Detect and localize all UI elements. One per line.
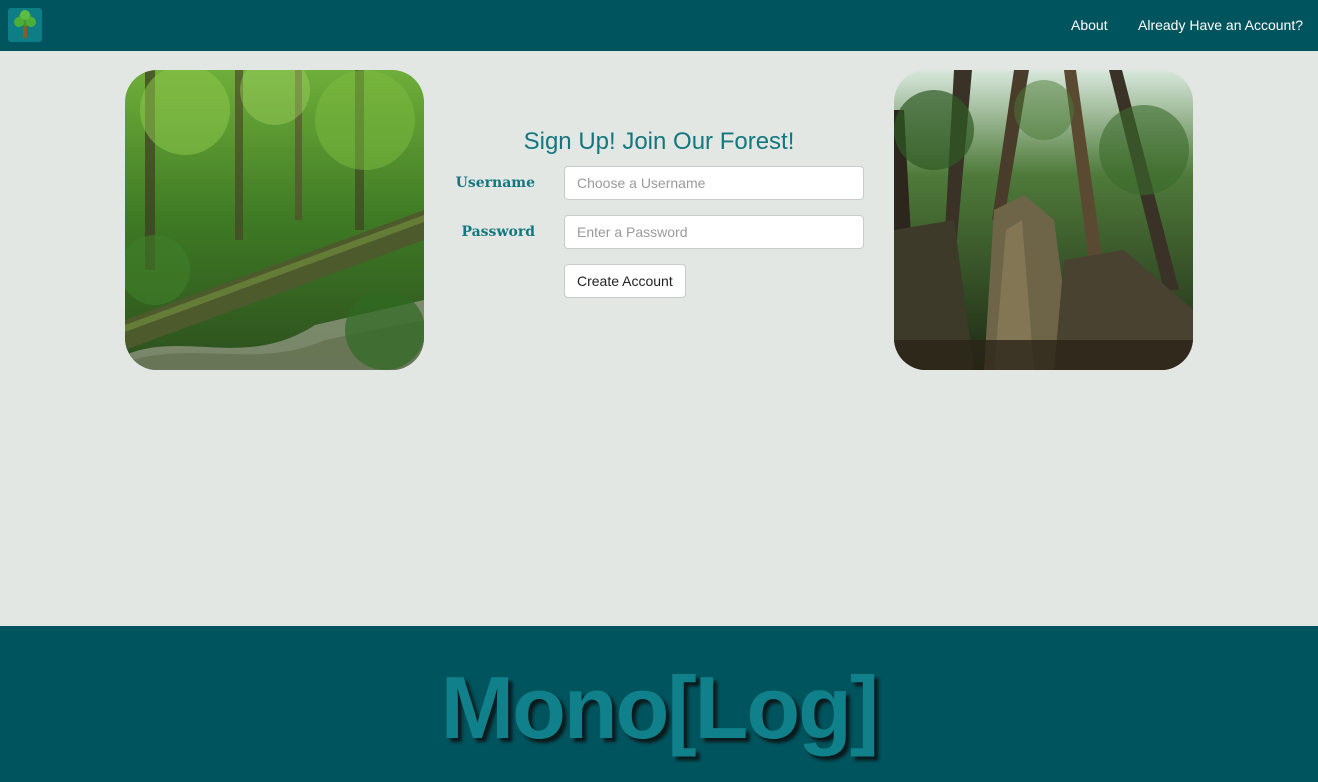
password-label: Password [461,224,535,240]
nav-link-about[interactable]: About [1071,17,1108,33]
footer-brand-logo: Mono[Log] [440,658,879,757]
top-navbar: About Already Have an Account? [0,0,1318,51]
username-label: Username [455,175,535,191]
username-input[interactable] [564,166,864,200]
signup-title: Sign Up! Join Our Forest! [523,128,795,155]
tall-trees-photo [894,70,1193,370]
tree-icon[interactable] [8,8,42,42]
create-account-button[interactable]: Create Account [564,264,686,298]
forest-stream-photo [125,70,424,370]
password-input[interactable] [564,215,864,249]
nav-link-already-have-account[interactable]: Already Have an Account? [1138,17,1303,33]
